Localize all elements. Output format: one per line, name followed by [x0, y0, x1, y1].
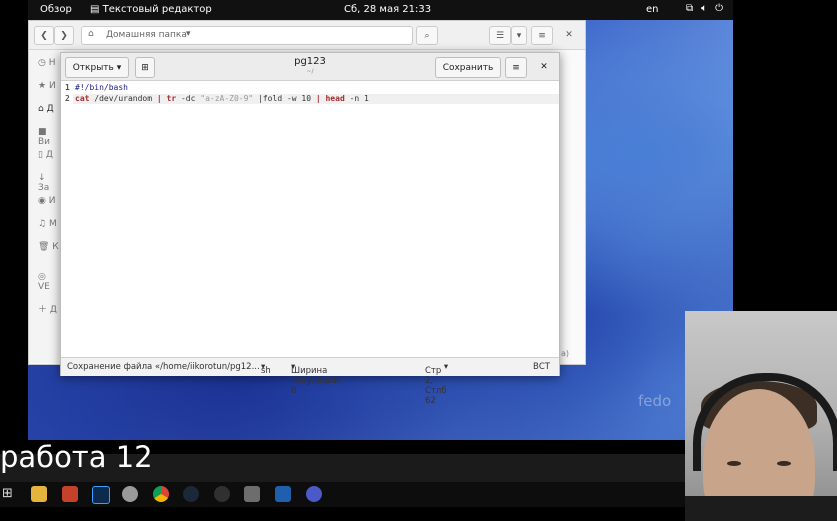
- chrome-icon[interactable]: [153, 486, 169, 502]
- sidebar-item-music[interactable]: ♫ М: [38, 219, 57, 229]
- location-bar[interactable]: ⌂ Домашняя папка ▾: [81, 26, 413, 45]
- menu-button[interactable]: ≡: [505, 57, 527, 78]
- sidebar-item-other[interactable]: ＋ Д: [38, 302, 57, 315]
- clock[interactable]: Сб, 28 мая 21:33: [344, 4, 431, 15]
- steam-icon[interactable]: [183, 486, 199, 502]
- line-numbers: [61, 81, 73, 357]
- hint-fragment: а): [561, 349, 570, 358]
- line-number: 1: [65, 83, 70, 92]
- obs-icon[interactable]: [214, 486, 230, 502]
- gnome-top-bar: Обзор ▤ Текстовый редактор Сб, 28 мая 21…: [28, 0, 733, 20]
- close-button[interactable]: ✕: [561, 26, 577, 43]
- volume-icon: 🔈︎: [701, 3, 708, 14]
- chevron-down-icon: ▾: [116, 62, 122, 73]
- taskview-icon[interactable]: ⊞: [2, 486, 18, 502]
- webcam-overlay: [685, 311, 837, 521]
- text-area[interactable]: 1 2 #!/bin/bash cat /dev/urandom | tr -d…: [61, 81, 559, 357]
- sidebar-item-recent[interactable]: ◷ Н: [38, 58, 56, 68]
- tab-width-selector[interactable]: Ширина табуляции: 8 ▾: [291, 362, 342, 396]
- cloud-icon[interactable]: [122, 486, 138, 502]
- location-path: Домашняя папка: [106, 30, 187, 40]
- 3d-icon[interactable]: [244, 486, 260, 502]
- editor-header: Открыть ▾ ⊞ pg123 ~/ Сохранить ≡ ✕: [61, 53, 559, 81]
- list-icon: ☰: [495, 30, 505, 41]
- menu-button[interactable]: ≡: [531, 26, 553, 45]
- new-document-icon: ⊞: [141, 62, 149, 73]
- sidebar-item-starred[interactable]: ★ И: [38, 81, 56, 91]
- status-bar: Сохранение файла «/home/iikorotun/pg12..…: [61, 357, 559, 406]
- photoshop-icon[interactable]: [92, 486, 110, 504]
- close-icon: ✕: [565, 29, 573, 40]
- text-editor-icon: ▤: [90, 4, 100, 15]
- view-list-button[interactable]: ☰: [489, 26, 511, 45]
- line-number: 2: [65, 94, 70, 103]
- windows-taskbar: ⊞: [0, 482, 685, 507]
- chevron-down-icon: ▾: [516, 30, 522, 41]
- keyboard-layout[interactable]: en: [646, 4, 659, 15]
- eye: [727, 461, 741, 466]
- app-name: Текстовый редактор: [102, 4, 212, 15]
- explorer-icon[interactable]: [31, 486, 47, 502]
- system-menu[interactable]: ⧉ 🔈︎ ⏻: [686, 3, 723, 14]
- power-icon: ⏻: [715, 3, 723, 14]
- file-manager-header: ❮ ❯ ⌂ Домашняя папка ▾ ⌕ ☰ ▾ ≡ ✕: [29, 21, 585, 50]
- search-icon: ⌕: [424, 30, 430, 41]
- person-shirt: [685, 496, 837, 521]
- sidebar-item-videos[interactable]: ■ Ви: [38, 127, 59, 147]
- hamburger-icon: ≡: [512, 62, 520, 73]
- eye: [777, 461, 791, 466]
- close-button[interactable]: ✕: [535, 57, 553, 76]
- home-icon: ⌂: [88, 29, 94, 39]
- fedora-watermark: fedo: [638, 392, 672, 410]
- language-selector[interactable]: sh ▾: [261, 362, 271, 376]
- sidebar-item-trash[interactable]: 🗑︎ К: [38, 242, 59, 252]
- powerpoint-icon[interactable]: [62, 486, 78, 502]
- text-editor-window[interactable]: Открыть ▾ ⊞ pg123 ~/ Сохранить ≡ ✕ 1 2 #…: [60, 52, 560, 406]
- sidebar-item-home[interactable]: ⌂ Д: [38, 104, 54, 114]
- virtualbox-icon[interactable]: [275, 486, 291, 502]
- close-icon: ✕: [540, 61, 548, 72]
- vm-screen: Обзор ▤ Текстовый редактор Сб, 28 мая 21…: [28, 0, 733, 440]
- open-button[interactable]: Открыть ▾: [65, 57, 129, 78]
- new-tab-button[interactable]: ⊞: [135, 57, 155, 78]
- sidebar-item-documents[interactable]: ▯ Д: [38, 150, 53, 160]
- code-line: #!/bin/bash: [75, 83, 128, 92]
- save-button[interactable]: Сохранить: [435, 57, 501, 78]
- sidebar-item-disc[interactable]: ◎ VE: [38, 272, 59, 292]
- overlay-title: работа 12: [0, 440, 153, 474]
- app-icon[interactable]: [306, 486, 322, 502]
- forward-button[interactable]: ❯: [54, 26, 74, 45]
- app-menu[interactable]: ▤ Текстовый редактор: [90, 4, 212, 15]
- document-title: pg123: [294, 56, 326, 67]
- insert-mode: ВСТ: [533, 362, 550, 372]
- code-line: cat /dev/urandom | tr -dc "a-zA-Z0-9" |f…: [75, 94, 369, 103]
- activities-button[interactable]: Обзор: [40, 4, 72, 15]
- network-icon: ⧉: [685, 3, 694, 14]
- search-button[interactable]: ⌕: [416, 26, 438, 45]
- status-message: Сохранение файла «/home/iikorotun/pg12..…: [67, 362, 260, 372]
- document-path: ~/: [306, 68, 314, 75]
- sidebar-item-downloads[interactable]: ↓ За: [38, 173, 59, 193]
- back-button[interactable]: ❮: [34, 26, 54, 45]
- sidebar: ◷ Н ★ И ⌂ Д ■ Ви ▯ Д ↓ За ◉ И ♫ М 🗑︎ К ◎…: [29, 50, 59, 363]
- hamburger-icon: ≡: [538, 30, 546, 41]
- sidebar-item-pictures[interactable]: ◉ И: [38, 196, 55, 206]
- cursor-position[interactable]: Стр 2, Стлб 62 ▾: [425, 362, 448, 406]
- view-options-button[interactable]: ▾: [511, 26, 527, 45]
- headphones: [693, 373, 837, 471]
- chevron-down-icon: ▾: [186, 29, 191, 39]
